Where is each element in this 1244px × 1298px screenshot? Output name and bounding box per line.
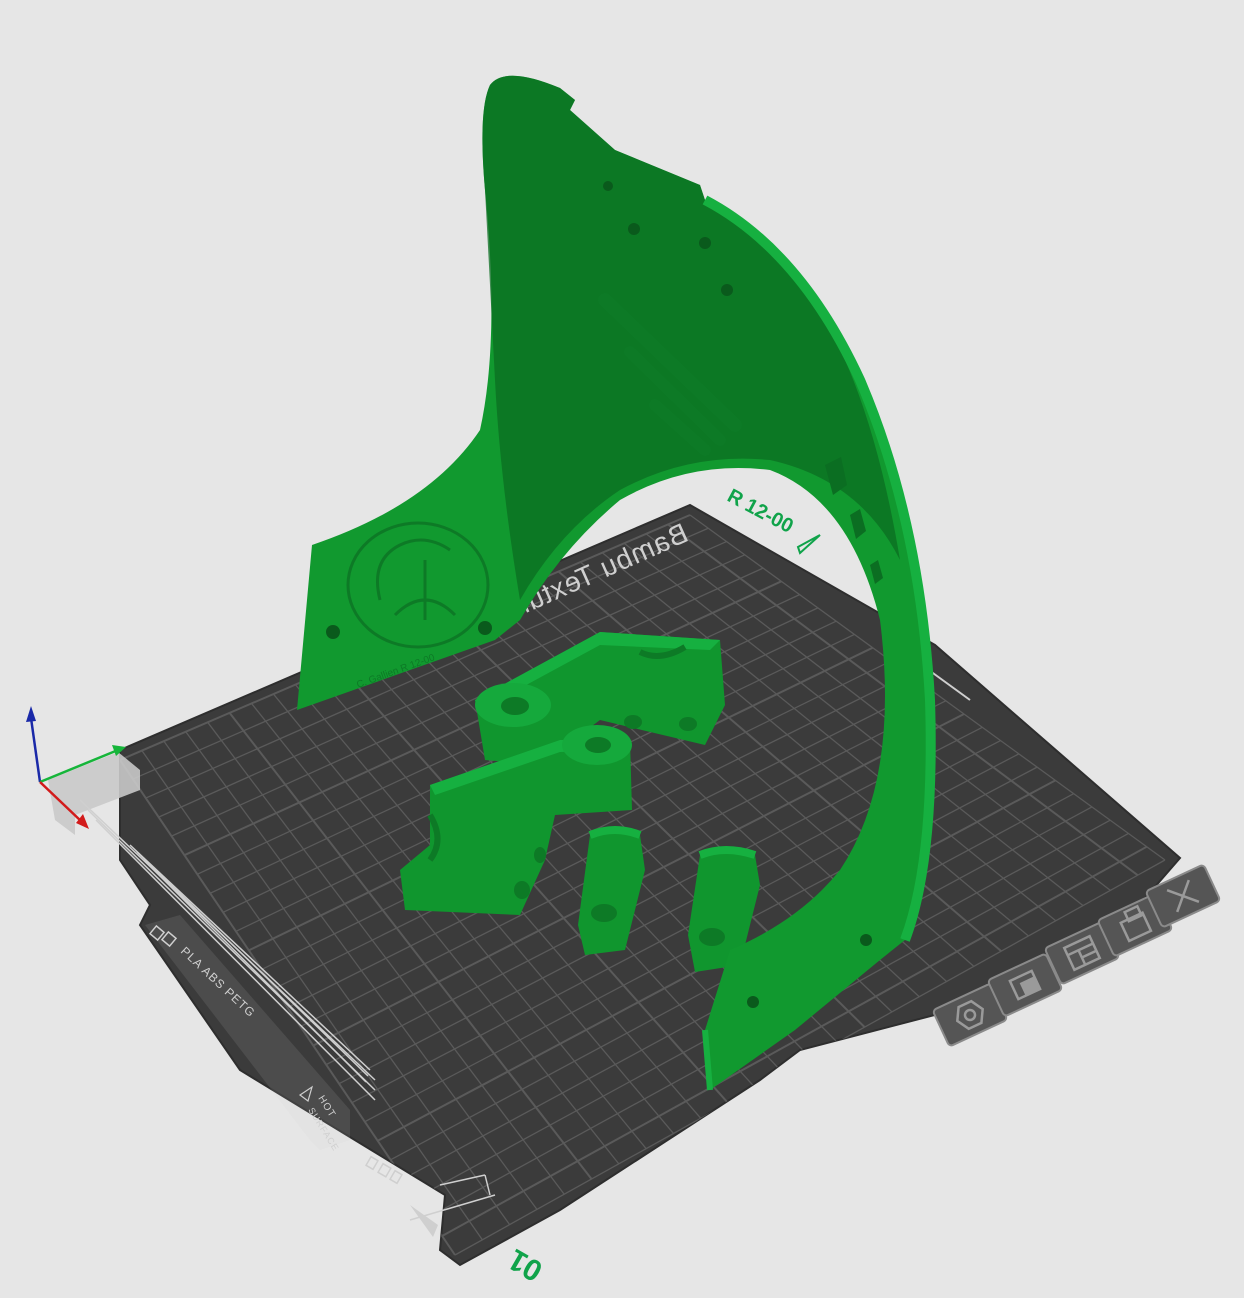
bed-icon-a xyxy=(365,1155,379,1171)
arc-label-mark xyxy=(796,534,821,555)
z-axis-arrow-icon xyxy=(26,706,36,722)
x-axis-arrow-icon xyxy=(76,814,89,829)
bed-icon-c xyxy=(389,1169,403,1185)
z-axis xyxy=(29,717,42,783)
bed-icon-b xyxy=(377,1162,392,1178)
3d-viewport[interactable]: Bambu Textured PEI Plate PLA ABS PETG HO… xyxy=(0,0,1244,1298)
bed-corner-mark xyxy=(410,1205,438,1237)
plate-number: 01 xyxy=(503,1242,548,1287)
